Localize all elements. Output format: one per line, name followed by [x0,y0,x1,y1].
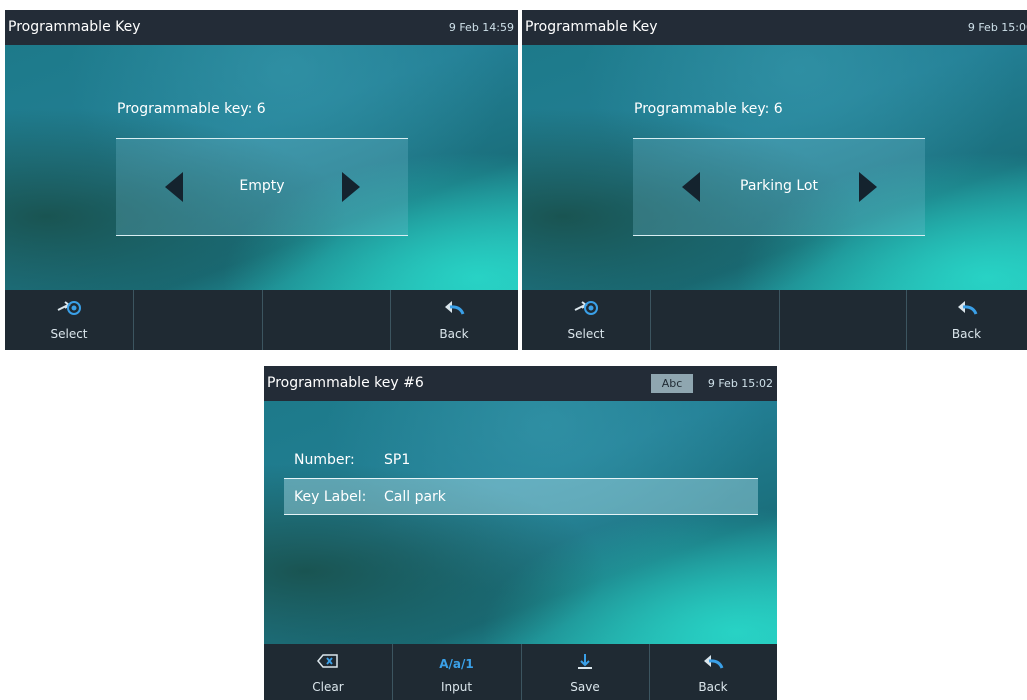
screen-title: Programmable Key [8,19,141,35]
field-label: Key Label: [294,489,367,505]
screen-title: Programmable Key [525,19,658,35]
empty-softkey[interactable] [262,290,391,350]
arrow-right-icon[interactable] [342,172,360,202]
programmable-key-heading: Programmable key: 6 [117,101,266,117]
softkey-label: Back [439,327,469,341]
title-bar: Programmable Key 9 Feb 14:59 [5,10,518,45]
screen-content: Number: SP1 Key Label: Call park [264,401,777,644]
input-mode-icon: A/a/1 [392,653,521,673]
date-time: 9 Feb 15:02 [707,377,773,390]
softkey-label: Input [440,680,473,694]
phone-screen-empty: Programmable Key 9 Feb 14:59 Programmabl… [5,10,518,350]
back-softkey[interactable]: Back [906,290,1027,350]
screen-content: Programmable key: 6 Parking Lot [522,45,1027,290]
number-field[interactable]: Number: SP1 [284,442,758,478]
phone-screen-parking-lot: Programmable Key 9 Feb 15:00 Programmabl… [522,10,1027,350]
softkey-bar: Select Back [5,290,518,350]
empty-softkey[interactable] [779,290,907,350]
select-icon [5,299,133,319]
softkey-bar: Clear A/a/1 Input Save Back [264,644,777,700]
arrow-right-icon[interactable] [859,172,877,202]
softkey-label: Save [570,680,600,694]
softkey-label: Back [951,327,982,341]
date-time: 9 Feb 14:59 [448,21,514,34]
clear-softkey[interactable]: Clear [264,644,393,700]
softkey-label: Clear [312,680,344,694]
key-type-selector[interactable]: Empty [116,138,408,236]
key-label-field[interactable]: Key Label: Call park [284,478,758,515]
save-icon [521,653,649,673]
programmable-key-heading: Programmable key: 6 [634,101,783,117]
field-value: Call park [384,489,446,505]
save-softkey[interactable]: Save [521,644,650,700]
softkey-bar: Select Back [522,290,1027,350]
select-icon [522,299,650,319]
input-mode-badge: Abc [651,374,693,393]
backspace-icon [264,653,392,673]
back-icon [390,299,518,319]
back-icon [906,299,1027,319]
key-type-selector[interactable]: Parking Lot [633,138,925,236]
empty-softkey[interactable] [650,290,780,350]
softkey-label: Select [50,327,88,341]
input-softkey[interactable]: A/a/1 Input [392,644,522,700]
back-softkey[interactable]: Back [649,644,777,700]
select-softkey[interactable]: Select [522,290,651,350]
back-softkey[interactable]: Back [390,290,518,350]
select-softkey[interactable]: Select [5,290,134,350]
empty-softkey[interactable] [133,290,263,350]
screen-content: Programmable key: 6 Empty [5,45,518,290]
title-bar: Programmable key #6 Abc 9 Feb 15:02 [264,366,777,401]
phone-screen-key-edit: Programmable key #6 Abc 9 Feb 15:02 Numb… [264,366,777,700]
input-mode-glyph: A/a/1 [439,657,474,671]
back-icon [649,653,777,673]
softkey-label: Select [567,327,605,341]
title-bar: Programmable Key 9 Feb 15:00 [522,10,1027,45]
selected-key-type: Empty [239,178,285,194]
field-value: SP1 [384,452,411,468]
date-time: 9 Feb 15:00 [967,21,1027,34]
selected-key-type: Parking Lot [740,178,818,194]
softkey-label: Back [698,680,728,694]
screen-title: Programmable key #6 [267,375,424,391]
field-label: Number: [294,452,355,468]
